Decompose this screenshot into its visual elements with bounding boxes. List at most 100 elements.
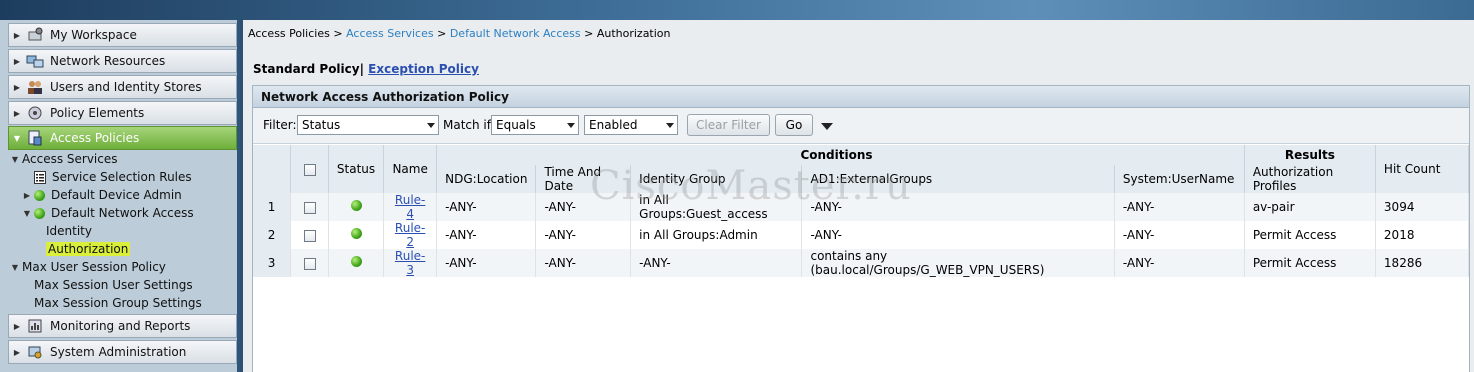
chevron-down-icon xyxy=(567,123,575,128)
system-username-cell: -ANY- xyxy=(1114,193,1245,221)
drawer-users-identity-stores[interactable]: ▶ Users and Identity Stores xyxy=(8,75,237,99)
tree-service-selection-rules[interactable]: Service Selection Rules xyxy=(34,168,263,186)
top-banner xyxy=(0,0,1474,20)
drawer-label: Network Resources xyxy=(50,54,166,68)
tree-label: Access Services xyxy=(22,152,118,166)
authorization-policy-panel: Network Access Authorization Policy Filt… xyxy=(252,85,1470,372)
tree-label: Default Device Admin xyxy=(51,188,182,202)
drawer-system-administration[interactable]: ▶ System Administration xyxy=(8,340,237,364)
expand-arrow-icon: ▶ xyxy=(13,321,21,331)
select-all-header xyxy=(290,145,329,193)
ndg-location-column-header[interactable]: NDG:Location xyxy=(436,165,537,193)
breadcrumb-access-services[interactable]: Access Services xyxy=(346,27,434,40)
tree-access-services[interactable]: ▼ Access Services xyxy=(8,150,237,168)
chevron-down-icon xyxy=(427,123,435,128)
drawer-label: Policy Elements xyxy=(50,106,145,120)
collapse-arrow-icon: ▼ xyxy=(11,154,19,164)
ad-external-groups-cell: contains any (bau.local/Groups/G_WEB_VPN… xyxy=(801,249,1115,277)
expand-arrow-icon: ▶ xyxy=(13,56,21,66)
clear-filter-button[interactable]: Clear Filter xyxy=(687,114,770,136)
drawer-policy-elements[interactable]: ▶ Policy Elements xyxy=(8,101,237,125)
authorization-profile-cell: Permit Access xyxy=(1244,221,1376,249)
breadcrumb-access-policies[interactable]: Access Policies xyxy=(248,27,330,40)
expand-arrow-icon: ▶ xyxy=(13,82,21,92)
filter-value-select[interactable]: Enabled xyxy=(584,115,678,135)
row-checkbox[interactable] xyxy=(303,201,316,214)
breadcrumb-separator: > xyxy=(584,27,594,40)
drawer-label: Access Policies xyxy=(50,131,140,145)
tree-identity[interactable]: Identity xyxy=(46,222,275,240)
drawer-label: System Administration xyxy=(50,345,187,359)
hit-count-column-header[interactable]: Hit Count xyxy=(1375,145,1470,193)
enabled-status-icon xyxy=(34,189,45,201)
ndg-location-cell: -ANY- xyxy=(436,193,537,221)
tree-max-user-session-policy[interactable]: ▼ Max User Session Policy xyxy=(8,258,237,276)
breadcrumb-default-network-access[interactable]: Default Network Access xyxy=(450,27,581,40)
table-row[interactable]: 1 Rule-4 -ANY- -ANY- in All Groups:Guest… xyxy=(253,193,1470,221)
left-navigation: ▶ My Workspace ▶ Network Resources ▶ Use… xyxy=(0,20,240,372)
drawer-monitoring-reports[interactable]: ▶ Monitoring and Reports xyxy=(8,314,237,338)
table-row[interactable]: 2 Rule-2 -ANY- -ANY- in All Groups:Admin… xyxy=(253,221,1470,249)
collapse-arrow-icon: ▼ xyxy=(13,133,21,143)
name-column-header[interactable]: Name xyxy=(383,145,438,193)
hit-count-cell: 3094 xyxy=(1375,193,1470,221)
policy-elements-icon xyxy=(25,104,45,122)
system-username-column-header[interactable]: System:UserName xyxy=(1114,165,1245,193)
time-date-cell: -ANY- xyxy=(535,221,632,249)
rule-name-link[interactable]: Rule-3 xyxy=(395,249,425,277)
row-number: 1 xyxy=(253,193,292,221)
match-operator-value: Equals xyxy=(496,118,536,132)
hit-count-cell: 2018 xyxy=(1375,221,1470,249)
tree-label: Max Session User Settings xyxy=(34,278,193,292)
identity-group-column-header[interactable]: Identity Group xyxy=(630,165,803,193)
policy-tabs: Standard Policy| Exception Policy xyxy=(253,62,479,76)
tree-label: Max Session Group Settings xyxy=(34,296,202,310)
drawer-label: Monitoring and Reports xyxy=(50,319,191,333)
drawer-label: Users and Identity Stores xyxy=(50,80,202,94)
row-number: 3 xyxy=(253,249,292,277)
rules-list-icon xyxy=(34,170,46,184)
breadcrumb-separator: > xyxy=(437,27,447,40)
tree-authorization[interactable]: Authorization xyxy=(46,240,275,258)
breadcrumb-separator: > xyxy=(333,27,343,40)
network-resources-icon xyxy=(25,52,45,70)
tree-max-session-group-settings[interactable]: Max Session Group Settings xyxy=(34,294,263,312)
hit-count-cell: 18286 xyxy=(1375,249,1470,277)
filter-field-select[interactable]: Status xyxy=(297,115,439,135)
rule-name-link[interactable]: Rule-4 xyxy=(395,193,425,221)
drawer-access-policies[interactable]: ▼ Access Policies xyxy=(8,126,237,150)
drawer-my-workspace[interactable]: ▶ My Workspace xyxy=(8,23,237,47)
ad-external-groups-cell: -ANY- xyxy=(801,193,1115,221)
tree-max-session-user-settings[interactable]: Max Session User Settings xyxy=(34,276,263,294)
drawer-label: My Workspace xyxy=(50,28,137,42)
status-column-header[interactable]: Status xyxy=(328,145,385,193)
rule-name-link[interactable]: Rule-2 xyxy=(395,221,425,249)
identity-group-cell: in All Groups:Admin xyxy=(630,221,803,249)
select-all-checkbox[interactable] xyxy=(303,163,316,176)
tree-label: Service Selection Rules xyxy=(52,170,192,184)
expand-arrow-icon: ▶ xyxy=(23,190,31,200)
row-checkbox[interactable] xyxy=(303,257,316,270)
table-row[interactable]: 3 Rule-3 -ANY- -ANY- -ANY- contains any … xyxy=(253,249,1470,277)
row-number-header xyxy=(253,145,292,193)
tab-standard-policy[interactable]: Standard Policy| xyxy=(253,62,364,76)
row-number: 2 xyxy=(253,221,292,249)
breadcrumb-authorization: Authorization xyxy=(596,27,671,40)
filter-label: Filter: xyxy=(263,118,297,132)
enabled-status-icon xyxy=(350,228,362,239)
system-username-cell: -ANY- xyxy=(1114,221,1245,249)
tree-default-device-admin[interactable]: ▶ Default Device Admin xyxy=(20,186,249,204)
chevron-down-icon xyxy=(666,123,674,128)
authorization-profiles-column-header[interactable]: Authorization Profiles xyxy=(1244,165,1376,193)
filter-options-icon[interactable] xyxy=(821,123,833,130)
go-button[interactable]: Go xyxy=(775,114,813,136)
panel-title: Network Access Authorization Policy xyxy=(253,86,1469,108)
tab-exception-policy[interactable]: Exception Policy xyxy=(368,62,479,76)
match-operator-select[interactable]: Equals xyxy=(491,115,579,135)
drawer-network-resources[interactable]: ▶ Network Resources xyxy=(8,49,237,73)
time-date-column-header[interactable]: Time And Date xyxy=(535,165,632,193)
tree-default-network-access[interactable]: ▼ Default Network Access xyxy=(20,204,249,222)
row-checkbox[interactable] xyxy=(303,229,316,242)
expand-arrow-icon: ▶ xyxy=(13,347,21,357)
ad-external-groups-column-header[interactable]: AD1:ExternalGroups xyxy=(801,165,1115,193)
